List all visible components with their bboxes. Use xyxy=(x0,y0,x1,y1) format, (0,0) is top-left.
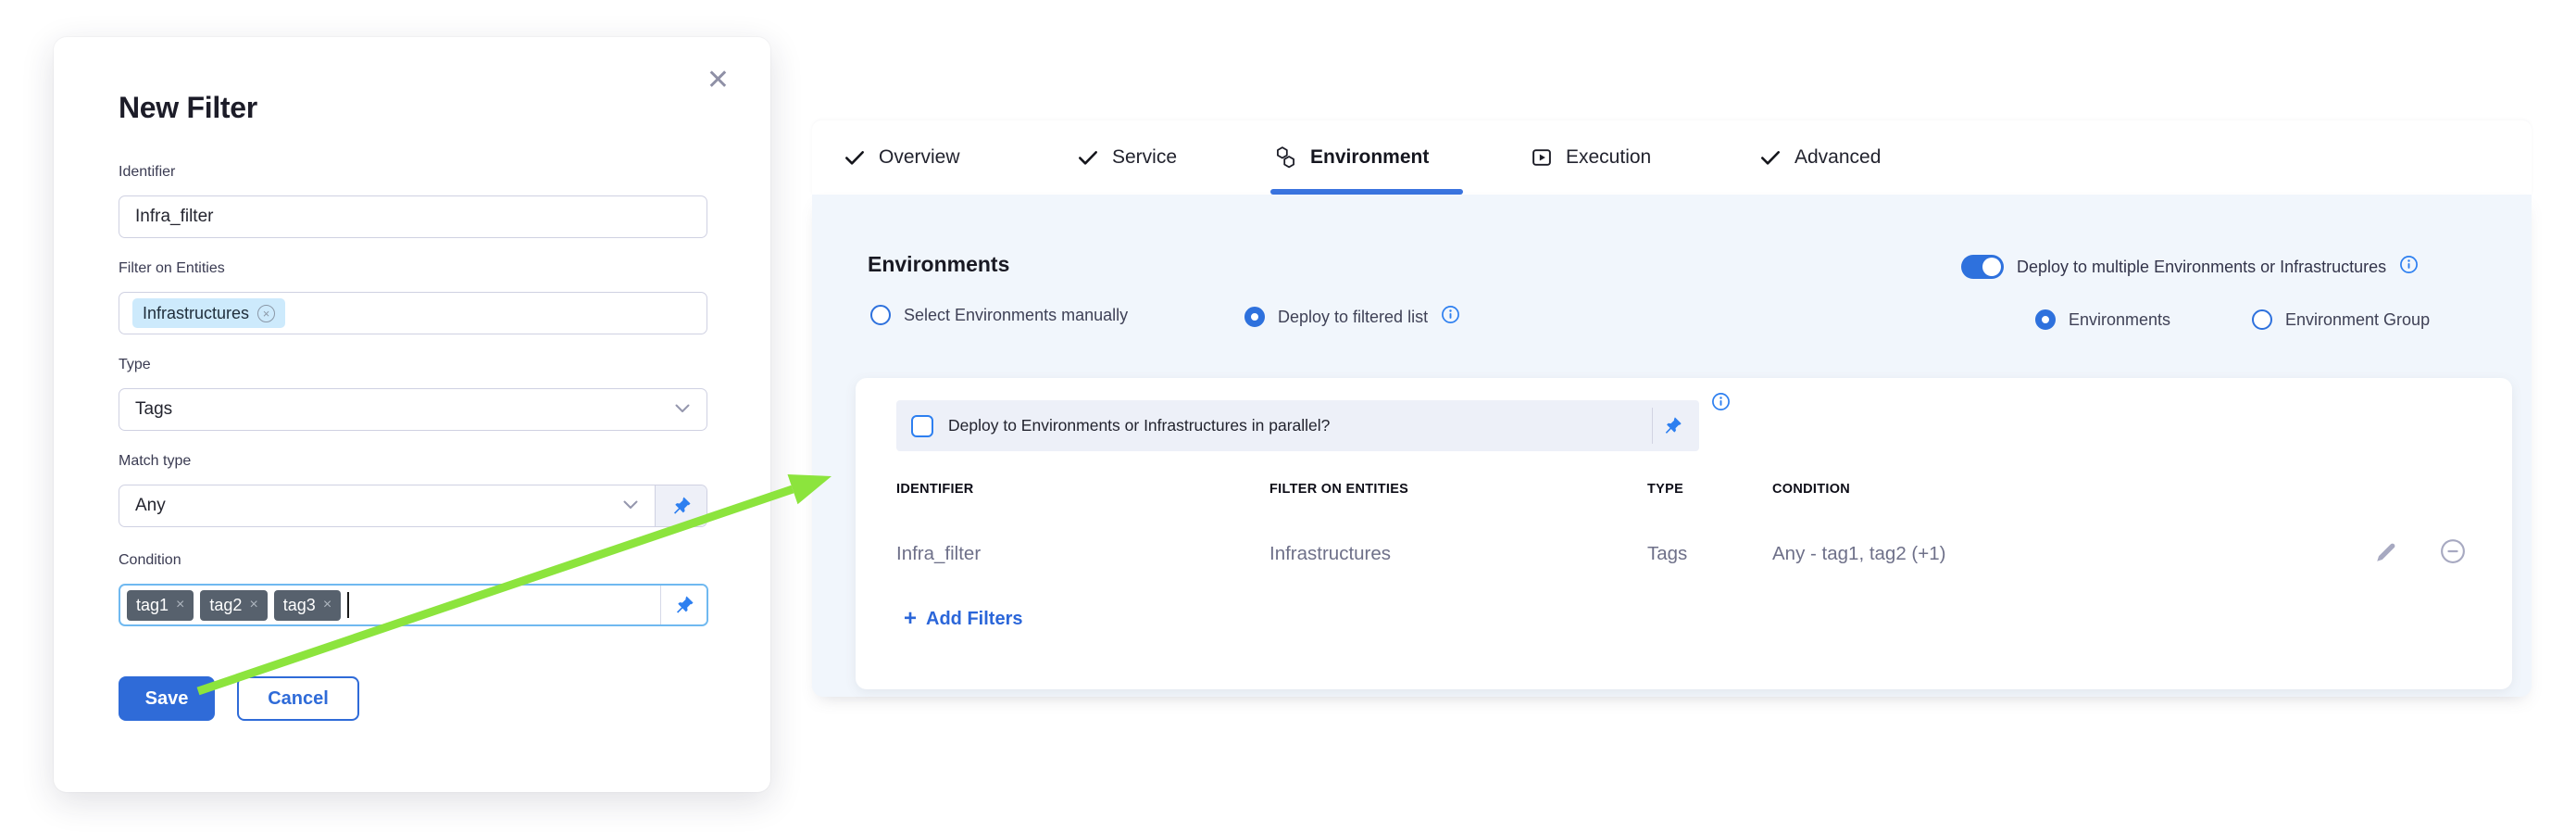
tab-label: Environment xyxy=(1310,146,1429,169)
tab-execution[interactable]: Execution xyxy=(1530,120,1651,195)
radio-label: Deploy to filtered list xyxy=(1278,308,1428,327)
environment-hexagons-icon xyxy=(1273,145,1298,170)
identifier-value: Infra_filter xyxy=(119,207,213,227)
check-icon xyxy=(1076,145,1100,170)
toggle-knob xyxy=(1982,258,2001,276)
radio-label: Select Environments manually xyxy=(904,306,1128,325)
type-value: Tags xyxy=(119,399,172,420)
radio-deploy-to-filtered-list[interactable]: Deploy to filtered list xyxy=(1244,305,1460,329)
close-icon[interactable]: ✕ xyxy=(707,67,730,95)
toggle-on[interactable] xyxy=(1961,255,2004,279)
tag-chip-label: tag2 xyxy=(209,596,242,615)
environments-heading: Environments xyxy=(868,252,1009,277)
edit-pencil-icon[interactable] xyxy=(2372,537,2400,565)
filters-card: Deploy to Environments or Infrastructure… xyxy=(856,378,2512,689)
multi-env-toggle-row: Deploy to multiple Environments or Infra… xyxy=(1961,255,2419,279)
col-header-condition: CONDITION xyxy=(1772,482,1850,497)
chip-remove-icon[interactable]: × xyxy=(257,305,275,322)
radio-environment-group[interactable]: Environment Group xyxy=(2252,309,2430,330)
match-type-value: Any xyxy=(119,496,166,516)
radio-label: Environment Group xyxy=(2285,310,2430,330)
radio-icon-selected[interactable] xyxy=(2035,309,2056,330)
parallel-checkbox[interactable] xyxy=(911,415,933,437)
radio-select-environments-manually[interactable]: Select Environments manually xyxy=(870,305,1128,325)
col-header-filter-on-entities: FILTER ON ENTITIES xyxy=(1269,482,1408,497)
pin-icon[interactable] xyxy=(655,485,707,526)
identifier-input[interactable]: Infra_filter xyxy=(119,195,707,238)
entity-chip-label: Infrastructures xyxy=(143,304,249,323)
filter-on-entities-input[interactable]: Infrastructures × xyxy=(119,292,707,334)
chevron-down-icon xyxy=(675,401,690,418)
condition-input[interactable]: tag1 × tag2 × tag3 × xyxy=(119,584,708,626)
tab-label: Advanced xyxy=(1794,146,1881,169)
cell-identifier: Infra_filter xyxy=(896,543,981,565)
parallel-checkbox-label: Deploy to Environments or Infrastructure… xyxy=(948,416,1330,435)
chip-remove-icon[interactable]: × xyxy=(176,597,184,613)
add-filters-label: Add Filters xyxy=(926,609,1022,630)
match-type-label: Match type xyxy=(119,453,191,470)
parallel-deploy-bar: Deploy to Environments or Infrastructure… xyxy=(896,400,1699,451)
filter-on-entities-label: Filter on Entities xyxy=(119,260,225,277)
add-filters-button[interactable]: + Add Filters xyxy=(904,608,1022,630)
plus-icon: + xyxy=(904,608,917,630)
tag-chip: tag2 × xyxy=(200,590,267,621)
col-header-identifier: IDENTIFIER xyxy=(896,482,974,497)
tab-label: Service xyxy=(1112,146,1177,169)
identifier-label: Identifier xyxy=(119,164,175,181)
tag-chip-label: tag3 xyxy=(283,596,316,615)
new-filter-modal: New Filter ✕ Identifier Infra_filter Fil… xyxy=(54,37,770,792)
tag-chip: tag1 × xyxy=(127,590,194,621)
condition-label: Condition xyxy=(119,552,181,569)
cell-condition: Any - tag1, tag2 (+1) xyxy=(1772,543,1945,565)
type-select[interactable]: Tags xyxy=(119,388,707,431)
info-icon[interactable] xyxy=(1711,392,1731,416)
check-icon xyxy=(843,145,867,170)
info-icon[interactable] xyxy=(2399,255,2419,279)
tab-environment[interactable]: Environment xyxy=(1273,120,1429,195)
match-type-select[interactable]: Any xyxy=(119,485,707,527)
tag-chip-label: tag1 xyxy=(136,596,169,615)
tab-label: Overview xyxy=(879,146,960,169)
radio-icon[interactable] xyxy=(870,305,891,325)
tab-service[interactable]: Service xyxy=(1076,120,1177,195)
radio-icon-selected[interactable] xyxy=(1244,307,1265,327)
pin-icon[interactable] xyxy=(660,586,707,624)
chevron-down-icon xyxy=(623,498,638,514)
radio-label: Environments xyxy=(2069,310,2170,330)
remove-minus-circle-icon[interactable] xyxy=(2439,537,2467,565)
toggle-label: Deploy to multiple Environments or Infra… xyxy=(2017,258,2386,277)
divider xyxy=(1652,408,1653,444)
chip-remove-icon[interactable]: × xyxy=(323,597,331,613)
col-header-type: TYPE xyxy=(1647,482,1683,497)
check-icon xyxy=(1758,145,1782,170)
entity-chip: Infrastructures × xyxy=(132,298,285,328)
pin-icon[interactable] xyxy=(1655,400,1690,451)
tab-overview[interactable]: Overview xyxy=(843,120,960,195)
tag-chip: tag3 × xyxy=(274,590,341,621)
cancel-button[interactable]: Cancel xyxy=(237,676,359,721)
radio-environments[interactable]: Environments xyxy=(2035,309,2170,330)
radio-icon[interactable] xyxy=(2252,309,2272,330)
text-cursor xyxy=(347,592,349,618)
save-button[interactable]: Save xyxy=(119,676,215,721)
chip-remove-icon[interactable]: × xyxy=(249,597,257,613)
type-label: Type xyxy=(119,357,151,373)
execution-play-box-icon xyxy=(1530,145,1554,170)
info-icon[interactable] xyxy=(1441,305,1460,329)
pipeline-stage-tabbar: Overview Service Environment Execution A… xyxy=(812,120,2532,195)
modal-title: New Filter xyxy=(119,91,257,125)
cell-type: Tags xyxy=(1647,543,1687,565)
tab-advanced[interactable]: Advanced xyxy=(1758,120,1881,195)
tab-label: Execution xyxy=(1566,146,1651,169)
cell-filter-on-entities: Infrastructures xyxy=(1269,543,1391,565)
